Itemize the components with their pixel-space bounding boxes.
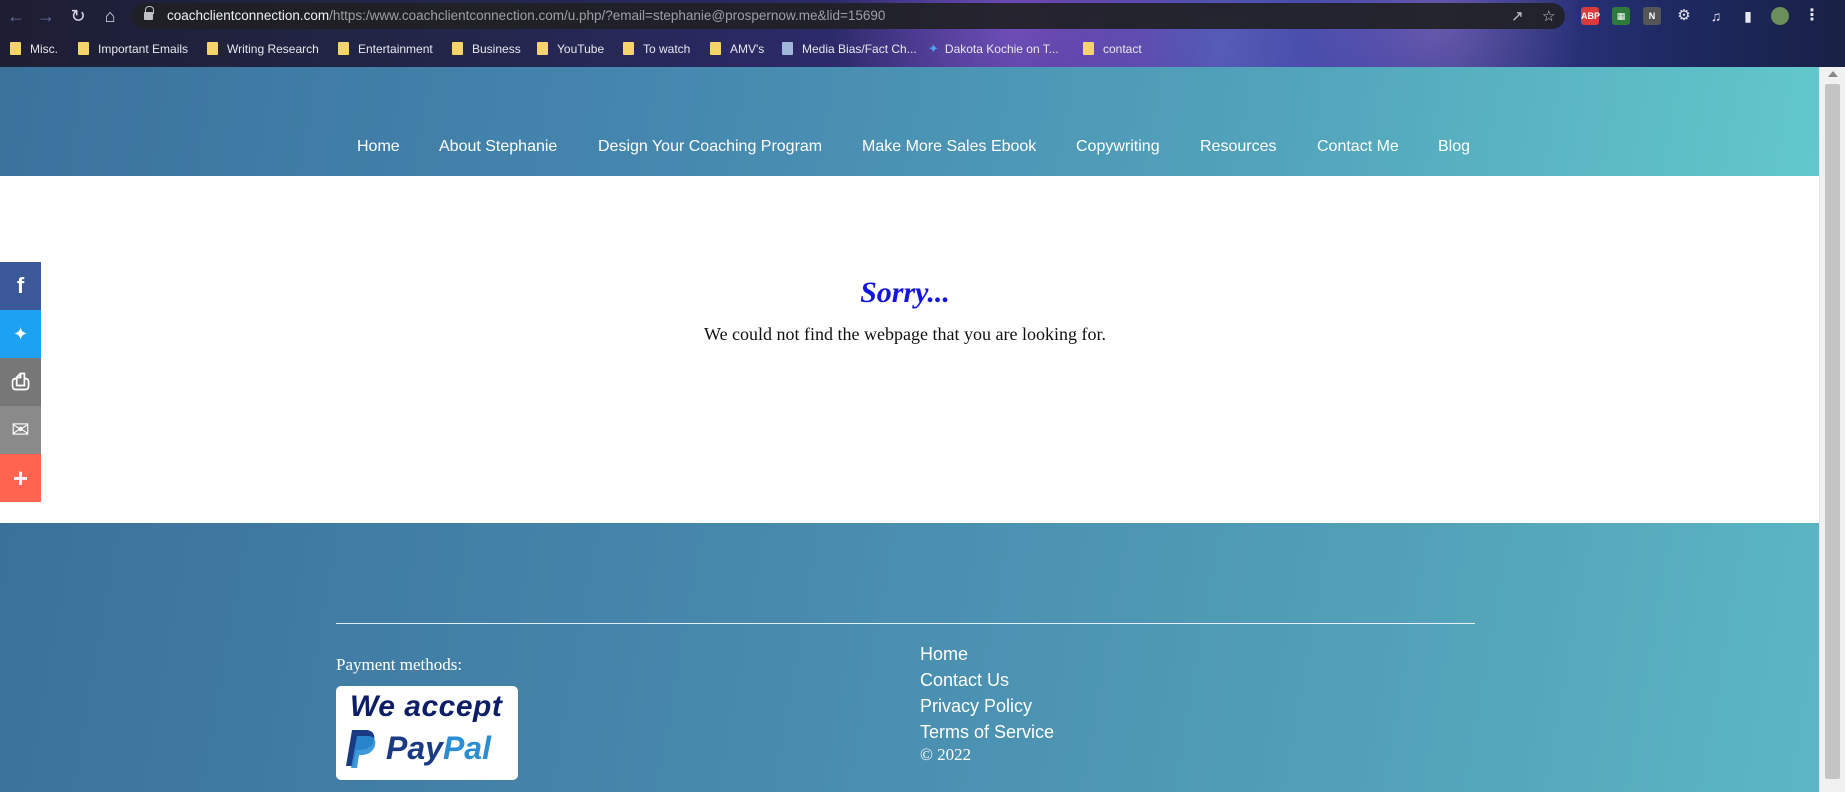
- error-message: We could not find the webpage that you a…: [704, 324, 1106, 344]
- nav-home[interactable]: Home: [357, 138, 400, 156]
- twitter-icon[interactable]: ✦: [0, 310, 41, 358]
- bookmark-amvs[interactable]: AMV's: [710, 40, 764, 58]
- bookmark-dakota-kochie[interactable]: ✦ Dakota Kochie on T...: [928, 40, 1059, 58]
- nav-make-more-sales-ebook[interactable]: Make More Sales Ebook: [862, 138, 1036, 156]
- page-scrollbar[interactable]: [1819, 67, 1845, 792]
- bookmark-label: Misc.: [30, 42, 58, 56]
- back-icon[interactable]: ←: [4, 5, 28, 27]
- lock-icon[interactable]: [144, 6, 154, 21]
- nav-blog[interactable]: Blog: [1438, 138, 1470, 156]
- print-icon[interactable]: ⎙: [0, 358, 41, 406]
- payment-methods-label: Payment methods:: [336, 655, 463, 674]
- bookmark-label: Entertainment: [358, 42, 433, 56]
- bookmark-star-icon[interactable]: ☆: [1542, 7, 1555, 25]
- nav-contact-me[interactable]: Contact Me: [1317, 138, 1399, 156]
- folder-icon: [10, 42, 21, 55]
- share-page-icon[interactable]: ↗: [1511, 7, 1524, 25]
- url-domain: coachclientconnection.com: [167, 8, 330, 23]
- bookmark-writing-research[interactable]: Writing Research: [207, 40, 319, 58]
- reload-icon[interactable]: ↻: [66, 5, 90, 27]
- media-control-icon[interactable]: ♫: [1707, 7, 1725, 25]
- folder-icon: [338, 42, 349, 55]
- bookmarks-bar: Misc. Important Emails Writing Research …: [0, 36, 1845, 62]
- scroll-up-arrow-icon[interactable]: [1828, 71, 1838, 77]
- bookmark-misc[interactable]: Misc.: [10, 40, 58, 58]
- footer-link-terms-of-service[interactable]: Terms of Service: [920, 719, 1054, 745]
- site-footer: Payment methods: We accept PayPal Home C…: [0, 523, 1819, 792]
- bookmark-contact[interactable]: contact: [1083, 40, 1142, 58]
- adblock-extension-icon[interactable]: ABP: [1581, 7, 1600, 25]
- footer-link-home[interactable]: Home: [920, 641, 1054, 667]
- bookmark-label: Media Bias/Fact Ch...: [802, 42, 917, 56]
- nav-design-coaching-program[interactable]: Design Your Coaching Program: [598, 138, 822, 156]
- social-share-bar: f ✦ ⎙ ✉ +: [0, 262, 41, 502]
- bookmark-label: AMV's: [730, 42, 765, 56]
- folder-icon: [207, 42, 218, 55]
- url-path: /https:/www.coachclientconnection.com/u.…: [329, 8, 886, 23]
- folder-icon: [623, 42, 634, 55]
- side-panel-icon[interactable]: ▮: [1739, 7, 1757, 25]
- bookmark-label: Writing Research: [227, 42, 319, 56]
- folder-icon: [78, 42, 89, 55]
- folder-icon: [1083, 42, 1094, 55]
- bookmark-important-emails[interactable]: Important Emails: [78, 40, 188, 58]
- browser-toolbar: ← → ↻ ⌂ coachclientconnection.com/https:…: [0, 0, 1845, 32]
- bookmark-label: To watch: [643, 42, 691, 56]
- plus-icon[interactable]: +: [0, 454, 41, 502]
- paypal-badge: We accept PayPal: [336, 686, 518, 780]
- browser-chrome: ← → ↻ ⌂ coachclientconnection.com/https:…: [0, 0, 1845, 67]
- main-content: Sorry... We could not find the webpage t…: [0, 176, 1819, 523]
- footer-link-contact-us[interactable]: Contact Us: [920, 667, 1054, 693]
- paypal-wordmark: PayPal: [386, 730, 491, 767]
- bookmark-business[interactable]: Business: [452, 40, 521, 58]
- scroll-thumb[interactable]: [1825, 84, 1840, 779]
- footer-link-privacy-policy[interactable]: Privacy Policy: [920, 693, 1054, 719]
- folder-icon: [452, 42, 463, 55]
- forward-icon[interactable]: →: [34, 5, 58, 27]
- twitter-icon: ✦: [928, 41, 939, 56]
- footer-divider: [336, 623, 1475, 624]
- page: Home About Stephanie Design Your Coachin…: [0, 67, 1819, 792]
- error-heading: Sorry...: [860, 276, 950, 309]
- folder-icon: [537, 42, 548, 55]
- bookmark-media-bias[interactable]: Media Bias/Fact Ch...: [782, 40, 917, 58]
- n-extension-icon[interactable]: N: [1643, 7, 1661, 25]
- browser-menu-icon[interactable]: ⋮: [1803, 7, 1821, 25]
- bookmark-entertainment[interactable]: Entertainment: [338, 40, 433, 58]
- colorful-extension-icon[interactable]: ▦: [1612, 7, 1630, 25]
- extensions-puzzle-icon[interactable]: ⚙: [1675, 7, 1693, 25]
- paypal-accept-text: We accept: [350, 690, 503, 723]
- copyright-text: © 2022: [920, 745, 972, 764]
- paypal-logo-icon: [346, 730, 376, 768]
- page-icon: [782, 42, 793, 55]
- bookmark-label: contact: [1103, 42, 1142, 56]
- nav-about-stephanie[interactable]: About Stephanie: [439, 138, 557, 156]
- url-text[interactable]: coachclientconnection.com/https:/www.coa…: [167, 8, 885, 23]
- bookmark-label: Important Emails: [98, 42, 189, 56]
- main-nav: Home About Stephanie Design Your Coachin…: [0, 138, 1819, 158]
- paypal-word-pal: Pal: [442, 730, 491, 766]
- site-header: Home About Stephanie Design Your Coachin…: [0, 67, 1819, 176]
- bookmark-youtube[interactable]: YouTube: [537, 40, 604, 58]
- facebook-icon[interactable]: f: [0, 262, 41, 310]
- bookmark-label: YouTube: [557, 42, 605, 56]
- home-icon[interactable]: ⌂: [98, 5, 122, 27]
- nav-resources[interactable]: Resources: [1200, 138, 1276, 156]
- paypal-word-pay: Pay: [386, 730, 443, 766]
- nav-copywriting[interactable]: Copywriting: [1076, 138, 1160, 156]
- profile-avatar[interactable]: [1771, 7, 1789, 25]
- email-icon[interactable]: ✉: [0, 406, 41, 454]
- footer-links: Home Contact Us Privacy Policy Terms of …: [920, 641, 1054, 745]
- address-bar[interactable]: coachclientconnection.com/https:/www.coa…: [132, 3, 1565, 29]
- bookmark-label: Dakota Kochie on T...: [944, 42, 1059, 56]
- bookmark-to-watch[interactable]: To watch: [623, 40, 690, 58]
- folder-icon: [710, 42, 721, 55]
- bookmark-label: Business: [472, 42, 521, 56]
